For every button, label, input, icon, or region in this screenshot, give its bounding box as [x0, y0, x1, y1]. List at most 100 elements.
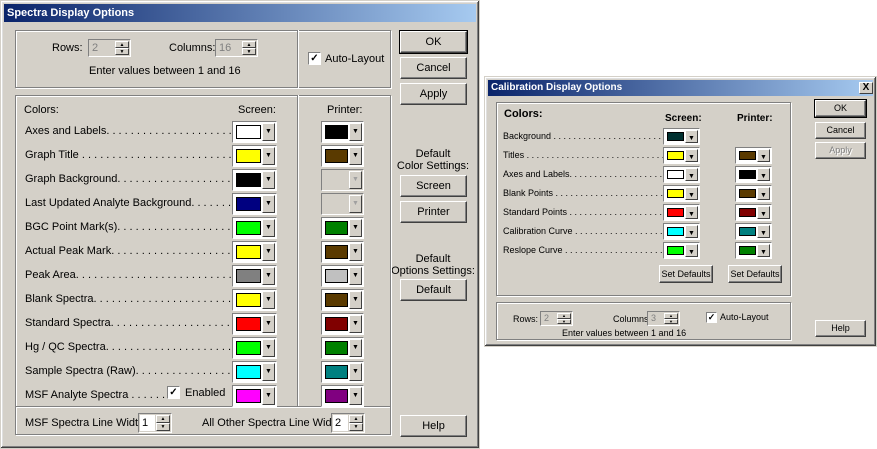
screen-color-picker[interactable]: ▼ [232, 289, 277, 311]
close-icon[interactable]: X [859, 82, 873, 94]
chevron-down-icon[interactable]: ▼ [685, 225, 698, 238]
calib-columns-spinner[interactable]: 3 ▲ ▼ [647, 311, 680, 326]
calib-screen-color-picker[interactable]: ▼ [663, 204, 700, 221]
screen-color-picker[interactable]: ▼ [232, 193, 277, 215]
calib-printer-color-picker[interactable]: ▼ [735, 185, 772, 202]
screen-color-picker[interactable]: ▼ [232, 217, 277, 239]
screen-color-picker[interactable]: ▼ [232, 121, 277, 143]
columns-spinner[interactable]: 16 ▲ ▼ [215, 39, 258, 57]
printer-color-picker[interactable]: ▼ [321, 289, 364, 311]
calib-printer-color-picker[interactable]: ▼ [735, 242, 772, 259]
calib-ok-button[interactable]: OK [814, 99, 867, 118]
rows-spinner[interactable]: 2 ▲ ▼ [88, 39, 131, 57]
chevron-down-icon[interactable]: ▼ [757, 244, 770, 257]
screen-color-picker[interactable]: ▼ [232, 145, 277, 167]
screen-color-picker[interactable]: ▼ [232, 265, 277, 287]
chevron-down-icon[interactable]: ▼ [757, 206, 770, 219]
printer-color-picker[interactable]: ▼ [321, 337, 364, 359]
chevron-down-icon[interactable]: ▼ [349, 291, 362, 309]
chevron-down-icon[interactable]: ▼ [349, 219, 362, 237]
default-options-button[interactable]: Default [400, 279, 467, 301]
chevron-down-icon[interactable]: ▼ [262, 195, 275, 213]
printer-color-picker[interactable]: ▼ [321, 361, 364, 383]
ok-button[interactable]: OK [399, 30, 468, 54]
printer-color-picker[interactable]: ▼ [321, 241, 364, 263]
cancel-button[interactable]: Cancel [400, 57, 467, 79]
chevron-down-icon[interactable]: ▼ [685, 168, 698, 181]
chevron-down-icon[interactable]: ▼ [685, 244, 698, 257]
other-line-width-spinner[interactable]: 2 ▲ ▼ [331, 413, 365, 433]
chevron-down-icon[interactable]: ▼ [349, 339, 362, 357]
chevron-down-icon[interactable]: ▼ [757, 187, 770, 200]
chevron-down-icon[interactable]: ▼ [262, 315, 275, 333]
chevron-down-icon[interactable]: ▼ [349, 363, 362, 381]
other-line-width-value[interactable]: 2 [333, 415, 348, 431]
printer-color-picker[interactable]: ▼ [321, 145, 364, 167]
screen-color-picker[interactable]: ▼ [232, 313, 277, 335]
chevron-down-icon[interactable]: ▼ [262, 123, 275, 141]
chevron-down-icon[interactable]: ▼ [685, 149, 698, 162]
printer-color-picker[interactable]: ▼ [321, 313, 364, 335]
chevron-down-icon[interactable]: ▼ [349, 387, 362, 405]
calib-set-defaults-printer-button[interactable]: Set Defaults [728, 265, 782, 283]
chevron-down-icon[interactable]: ▼ [349, 243, 362, 261]
calib-cancel-button[interactable]: Cancel [815, 122, 866, 139]
auto-layout-checkbox[interactable]: ✓ [308, 52, 321, 65]
calib-rows-arrows[interactable]: ▲ ▼ [557, 313, 571, 324]
calib-printer-color-picker[interactable]: ▼ [735, 204, 772, 221]
calib-printer-color-picker[interactable]: ▼ [735, 147, 772, 164]
screen-defaults-button[interactable]: Screen [400, 175, 467, 197]
msf-line-width-value[interactable]: 1 [140, 415, 155, 431]
help-button[interactable]: Help [400, 415, 467, 437]
msf-line-width-spinner[interactable]: 1 ▲ ▼ [138, 413, 172, 433]
screen-color-picker[interactable]: ▼ [232, 241, 277, 263]
screen-color-picker[interactable]: ▼ [232, 337, 277, 359]
chevron-down-icon[interactable]: ▼ [262, 171, 275, 189]
calib-help-button[interactable]: Help [815, 320, 866, 337]
chevron-down-icon[interactable]: ▼ [685, 187, 698, 200]
screen-color-picker[interactable]: ▼ [232, 385, 277, 407]
calib-set-defaults-screen-button[interactable]: Set Defaults [659, 265, 713, 283]
chevron-down-icon[interactable]: ▼ [262, 147, 275, 165]
chevron-down-icon[interactable]: ▼ [349, 147, 362, 165]
chevron-down-icon[interactable]: ▼ [349, 267, 362, 285]
calib-screen-color-picker[interactable]: ▼ [663, 147, 700, 164]
chevron-down-icon[interactable]: ▼ [685, 130, 698, 143]
printer-defaults-button[interactable]: Printer [400, 201, 467, 223]
msf-enabled-checkbox[interactable]: ✓ [167, 386, 180, 399]
printer-color-picker[interactable]: ▼ [321, 385, 364, 407]
calib-screen-color-picker[interactable]: ▼ [663, 242, 700, 259]
calib-printer-color-picker[interactable]: ▼ [735, 166, 772, 183]
calib-screen-color-picker[interactable]: ▼ [663, 128, 700, 145]
printer-color-picker[interactable]: ▼ [321, 217, 364, 239]
calib-screen-color-picker[interactable]: ▼ [663, 223, 700, 240]
calib-columns-arrows[interactable]: ▲ ▼ [664, 313, 678, 324]
calib-screen-color-picker[interactable]: ▼ [663, 166, 700, 183]
chevron-down-icon[interactable]: ▼ [262, 339, 275, 357]
rows-spin-arrows[interactable]: ▲ ▼ [115, 41, 129, 55]
apply-button[interactable]: Apply [400, 83, 467, 105]
calib-rows-spinner[interactable]: 2 ▲ ▼ [540, 311, 573, 326]
chevron-down-icon[interactable]: ▼ [262, 291, 275, 309]
calib-screen-color-picker[interactable]: ▼ [663, 185, 700, 202]
other-line-width-arrows[interactable]: ▲ ▼ [349, 415, 363, 431]
chevron-down-icon[interactable]: ▼ [262, 267, 275, 285]
screen-color-picker[interactable]: ▼ [232, 169, 277, 191]
chevron-down-icon[interactable]: ▼ [262, 243, 275, 261]
calib-apply-button[interactable]: Apply [815, 142, 866, 159]
chevron-down-icon[interactable]: ▼ [349, 123, 362, 141]
chevron-down-icon[interactable]: ▼ [757, 149, 770, 162]
calib-printer-color-picker[interactable]: ▼ [735, 223, 772, 240]
printer-color-picker[interactable]: ▼ [321, 121, 364, 143]
chevron-down-icon[interactable]: ▼ [262, 363, 275, 381]
chevron-down-icon[interactable]: ▼ [349, 315, 362, 333]
columns-spin-arrows[interactable]: ▲ ▼ [242, 41, 256, 55]
chevron-down-icon[interactable]: ▼ [685, 206, 698, 219]
screen-color-picker[interactable]: ▼ [232, 361, 277, 383]
chevron-down-icon[interactable]: ▼ [757, 225, 770, 238]
calib-auto-layout-checkbox[interactable]: ✓ [706, 312, 717, 323]
msf-line-width-arrows[interactable]: ▲ ▼ [156, 415, 170, 431]
chevron-down-icon[interactable]: ▼ [262, 387, 275, 405]
printer-color-picker[interactable]: ▼ [321, 265, 364, 287]
chevron-down-icon[interactable]: ▼ [262, 219, 275, 237]
